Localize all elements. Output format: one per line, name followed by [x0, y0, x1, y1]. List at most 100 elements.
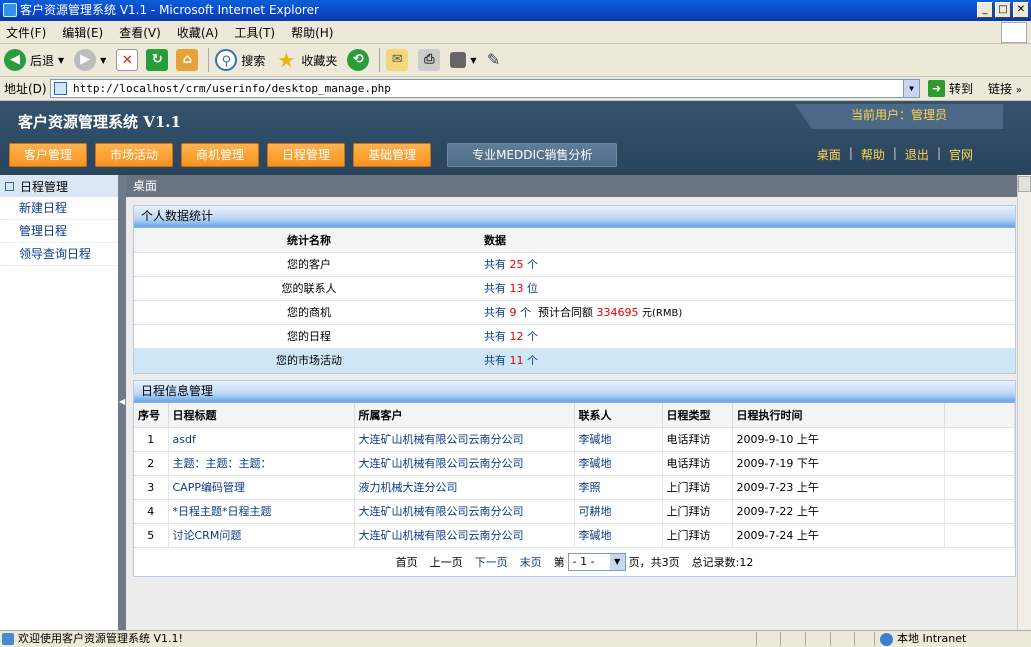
stat-value: 共有 11 个 — [484, 348, 1015, 373]
scroll-up-arrow[interactable] — [1018, 176, 1031, 192]
stat-value: 共有 12 个 — [484, 324, 1015, 349]
history-icon[interactable]: ⟲ — [347, 49, 370, 71]
nav-marketing[interactable]: 市场活动 — [95, 143, 174, 167]
menubar: 文件(F) 编辑(E) 查看(V) 收藏(A) 工具(T) 帮助(H) — [0, 21, 1031, 44]
status-bar: 欢迎使用客户资源管理系统 V1.1! 本地 Intranet — [0, 630, 1031, 647]
search-button[interactable]: ⚲ 搜索 — [215, 49, 265, 71]
row-index: 5 — [134, 523, 169, 548]
nav-meddic[interactable]: 专业MEDDIC销售分析 — [447, 143, 618, 167]
home-icon[interactable]: ⌂ — [176, 49, 199, 71]
chevron-down-icon[interactable]: ▼ — [58, 56, 64, 65]
nav-basic[interactable]: 基础管理 — [353, 143, 432, 167]
address-input[interactable]: http://localhost/crm/userinfo/desktop_ma… — [50, 79, 920, 98]
contact-link[interactable]: 李碱地 — [574, 523, 663, 548]
status-divider — [756, 632, 757, 646]
nav-opportunity[interactable]: 商机管理 — [181, 143, 260, 167]
menu-help[interactable]: 帮助(H) — [291, 24, 333, 41]
mail-icon[interactable]: ✉ — [386, 49, 409, 71]
schedule-title-link[interactable]: 主题：主题：主题： — [168, 451, 355, 476]
vertical-scrollbar[interactable] — [1017, 175, 1031, 630]
back-button[interactable]: ◀ 后退 ▼ — [4, 49, 64, 71]
toolbar-separator — [379, 48, 381, 72]
search-icon: ⚲ — [215, 49, 238, 71]
forward-button[interactable]: ▶ ▼ — [74, 49, 106, 71]
schedule-title-link[interactable]: asdf — [168, 427, 355, 452]
pager-last[interactable]: 末页 — [520, 554, 542, 570]
contact-link[interactable]: 李照 — [574, 475, 663, 500]
stat-name: 您的商机 — [134, 300, 484, 325]
menu-favorites[interactable]: 收藏(A) — [177, 24, 219, 41]
breadcrumb: 桌面 — [126, 175, 1017, 197]
sidebar-splitter[interactable]: ◀ — [118, 175, 126, 630]
pager-first[interactable]: 首页 — [396, 554, 418, 570]
chevron-down-icon[interactable]: ▼ — [100, 56, 106, 65]
print-icon[interactable]: ⎙ — [418, 49, 441, 71]
pager: 首页 上一页 下一页 末页 第 - 1 - ▼ 页，共3页 总记录数:12 — [134, 548, 1015, 576]
sidebar-item-manage-schedule[interactable]: 管理日程 — [0, 220, 118, 243]
empty-cell — [944, 451, 1015, 476]
messenger-icon[interactable]: ✎ — [483, 49, 505, 71]
schedule-time: 2009-7-23 上午 — [732, 475, 945, 500]
menu-file[interactable]: 文件(F) — [6, 24, 46, 41]
nav-customer[interactable]: 客户管理 — [9, 143, 88, 167]
page-select[interactable]: - 1 - ▼ — [567, 552, 626, 571]
refresh-icon[interactable]: ↻ — [146, 49, 169, 71]
chevron-down-icon[interactable]: ▼ — [470, 56, 476, 65]
empty-cell — [944, 523, 1015, 548]
contact-link[interactable]: 可耕地 — [574, 499, 663, 524]
table-row: 您的客户 共有 25 个 — [134, 252, 1015, 277]
schedule-type: 上门拜访 — [662, 499, 733, 524]
link-help[interactable]: 帮助 — [861, 146, 885, 163]
table-row: 5 讨论CRM问题 大连矿山机械有限公司云南分公司 李碱地 上门拜访 2009-… — [134, 523, 1015, 548]
sidebar-item-new-schedule[interactable]: 新建日程 — [0, 197, 118, 220]
link-desktop[interactable]: 桌面 — [817, 146, 841, 163]
customer-link[interactable]: 大连矿山机械有限公司云南分公司 — [354, 427, 575, 452]
nav-schedule[interactable]: 日程管理 — [267, 143, 346, 167]
stop-icon[interactable]: ✕ — [116, 49, 139, 71]
schedule-title-link[interactable]: 讨论CRM问题 — [168, 523, 355, 548]
customer-link[interactable]: 大连矿山机械有限公司云南分公司 — [354, 499, 575, 524]
status-divider — [854, 632, 855, 646]
edit-icon[interactable] — [450, 52, 467, 68]
row-index: 1 — [134, 427, 169, 452]
address-dropdown-icon[interactable]: ▼ — [903, 80, 919, 97]
sidebar-heading[interactable]: 日程管理 — [0, 175, 118, 197]
schedule-title-link[interactable]: *日程主题*日程主题 — [168, 499, 355, 524]
close-button[interactable]: ✕ — [1013, 2, 1029, 18]
main-content: 桌面 个人数据统计 统计名称 数据 您的客户 共有 25 个 您的联系人 共有 … — [126, 175, 1017, 630]
minimize-button[interactable]: _ — [977, 2, 993, 18]
customer-link[interactable]: 大连矿山机械有限公司云南分公司 — [354, 523, 575, 548]
collapse-left-icon[interactable]: ◀ — [119, 397, 125, 406]
menu-tools[interactable]: 工具(T) — [234, 24, 275, 41]
contact-link[interactable]: 李碱地 — [574, 451, 663, 476]
col-header-empty — [944, 403, 1015, 428]
pager-next[interactable]: 下一页 — [475, 554, 508, 570]
link-logout[interactable]: 退出 — [905, 146, 929, 163]
schedule-title-link[interactable]: CAPP编码管理 — [168, 475, 355, 500]
favorites-button[interactable]: ★ 收藏夹 — [275, 49, 337, 71]
schedule-time: 2009-7-22 上午 — [732, 499, 945, 524]
go-button[interactable]: ➜ 转到 — [928, 80, 973, 97]
status-text: 欢迎使用客户资源管理系统 V1.1! — [18, 632, 183, 645]
maximize-button[interactable]: □ — [995, 2, 1011, 18]
menu-edit[interactable]: 编辑(E) — [62, 24, 103, 41]
empty-cell — [944, 499, 1015, 524]
forward-arrow-icon: ▶ — [74, 49, 97, 71]
col-header: 日程执行时间 — [732, 403, 945, 428]
pager-prev[interactable]: 上一页 — [430, 554, 463, 570]
stats-panel: 个人数据统计 统计名称 数据 您的客户 共有 25 个 您的联系人 共有 13 … — [133, 205, 1016, 374]
customer-link[interactable]: 液力机械大连分公司 — [354, 475, 575, 500]
contact-link[interactable]: 李碱地 — [574, 427, 663, 452]
customer-link[interactable]: 大连矿山机械有限公司云南分公司 — [354, 451, 575, 476]
top-links: 桌面 | 帮助 | 退出 | 官网 — [816, 146, 973, 163]
col-header: 日程类型 — [662, 403, 733, 428]
link-website[interactable]: 官网 — [949, 146, 973, 163]
row-index: 2 — [134, 451, 169, 476]
links-button[interactable]: 链接 » — [988, 80, 1022, 97]
schedule-header-row: 序号 日程标题 所属客户 联系人 日程类型 日程执行时间 — [134, 403, 1015, 428]
table-row: 2 主题：主题：主题： 大连矿山机械有限公司云南分公司 李碱地 电话拜访 200… — [134, 451, 1015, 476]
menu-view[interactable]: 查看(V) — [119, 24, 161, 41]
sidebar-item-leader-query[interactable]: 领导查询日程 — [0, 243, 118, 266]
table-row: 3 CAPP编码管理 液力机械大连分公司 李照 上门拜访 2009-7-23 上… — [134, 475, 1015, 500]
stat-name: 您的客户 — [134, 252, 484, 277]
